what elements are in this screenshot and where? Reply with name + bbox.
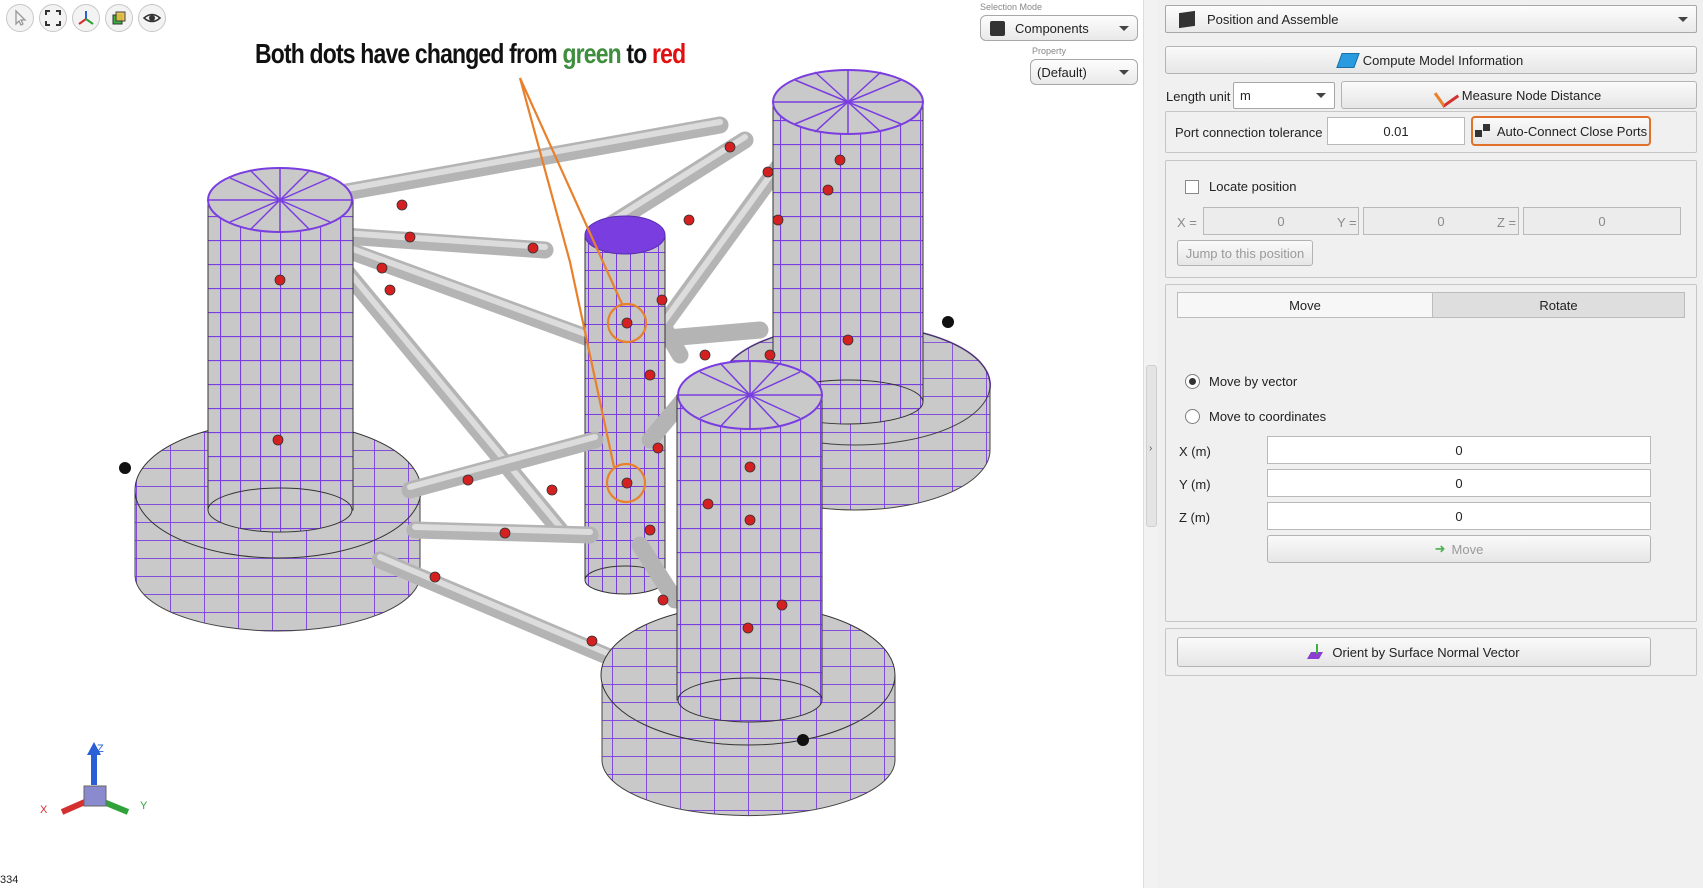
components-cube-icon [990,20,1005,36]
svg-text:Y: Y [140,800,148,812]
locate-y-label: Y = [1337,215,1357,230]
length-unit-dropdown[interactable]: m [1233,82,1335,109]
move-to-coordinates-label: Move to coordinates [1209,409,1327,424]
locate-z-input[interactable]: 0 [1523,207,1681,235]
locate-z-label: Z = [1497,215,1517,230]
move-arrow-icon: ➜ [1434,541,1446,556]
locate-x-label: X = [1177,215,1197,230]
connect-ports-icon [1474,124,1491,138]
move-by-vector-label: Move by vector [1209,374,1298,389]
chevron-down-icon [1119,26,1129,31]
svg-text:X: X [40,804,48,816]
tab-rotate[interactable]: Rotate [1432,292,1685,318]
section-dropdown[interactable]: Position and Assemble [1165,5,1697,33]
locate-position-label: Locate position [1209,179,1297,194]
measure-ruler-icon [1433,82,1459,108]
panel-splitter[interactable]: › [1143,0,1158,888]
orient-surface-normal-button[interactable]: Orient by Surface Normal Vector [1177,637,1651,667]
selection-mode-label: Selection Mode [980,2,1043,12]
auto-connect-close-ports-button[interactable]: Auto-Connect Close Ports [1471,116,1651,146]
locate-position-checkbox[interactable] [1185,180,1199,194]
length-unit-label: Length unit [1166,89,1231,104]
move-y-input[interactable]: 0 [1267,469,1651,497]
floating-platform-model: Z X Y [40,69,991,817]
surface-normal-icon [1307,644,1326,660]
move-button[interactable]: ➜ Move [1267,535,1651,563]
jump-to-position-button[interactable]: Jump to this position [1177,240,1313,266]
collapse-arrow-icon: › [1149,443,1153,454]
compute-model-information-button[interactable]: Compute Model Information [1165,46,1697,74]
move-to-coordinates-radio[interactable] [1185,409,1200,424]
move-z-label: Z (m) [1179,510,1211,525]
measure-node-distance-button[interactable]: Measure Node Distance [1341,81,1697,109]
chevron-down-icon [1316,93,1326,98]
selection-mode-dropdown[interactable]: Components [980,15,1138,41]
chevron-down-icon [1678,17,1688,22]
position-assemble-panel: Position and Assemble Compute Model Info… [1157,0,1703,888]
move-z-input[interactable]: 0 [1267,502,1651,530]
port-tolerance-label: Port connection tolerance [1175,125,1323,140]
axes-triad: Z X Y [40,742,148,816]
chevron-down-icon [1119,70,1129,75]
move-y-label: Y (m) [1179,477,1211,492]
compute-shape-icon [1336,52,1360,68]
locate-y-input[interactable]: 0 [1363,207,1519,235]
3d-viewport[interactable]: Both dots have changed from green to red [0,0,1140,888]
locate-x-input[interactable]: 0 [1203,207,1359,235]
component-box-icon [1179,10,1195,28]
svg-text:Z: Z [97,743,104,755]
move-by-vector-radio[interactable] [1185,374,1200,389]
move-x-input[interactable]: 0 [1267,436,1651,464]
property-label: Property [1032,46,1067,56]
property-dropdown[interactable]: (Default) [1030,59,1138,85]
frame-number: 334 [0,874,19,886]
tab-move[interactable]: Move [1177,292,1433,318]
port-tolerance-input[interactable]: 0.01 [1327,117,1465,145]
move-x-label: X (m) [1179,444,1211,459]
